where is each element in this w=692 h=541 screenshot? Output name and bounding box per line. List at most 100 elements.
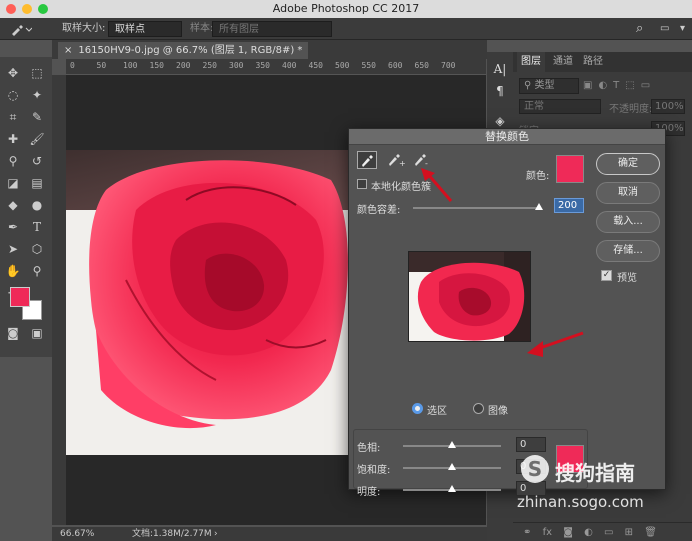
cancel-button[interactable]: 取消 [596, 182, 660, 204]
pen-tool-icon[interactable]: ✒ [4, 219, 22, 235]
path-selection-tool-icon[interactable]: ➤ [4, 241, 22, 257]
rose-photo [66, 150, 351, 455]
tab-layers[interactable]: 图层 [517, 52, 545, 72]
watermark-brand: 搜狗指南 [555, 461, 635, 485]
new-layer-icon[interactable]: ⊞ [625, 527, 633, 538]
sample-layers-select[interactable]: 所有图层 [212, 21, 332, 37]
clone-stamp-tool-icon[interactable]: ⚲ [4, 153, 22, 169]
image-radio[interactable] [473, 403, 484, 414]
ruler-tick-label: 400 [282, 61, 297, 70]
tool-preset-picker[interactable] [8, 21, 33, 37]
delete-layer-icon[interactable]: 🗑 [644, 527, 657, 538]
history-brush-tool-icon[interactable]: ↺ [28, 153, 46, 169]
add-to-sample-button[interactable]: + [385, 151, 406, 169]
ruler-tick-label: 600 [388, 61, 403, 70]
screen-mode-icon[interactable]: ▣ [28, 325, 46, 341]
ruler-tick-label: 650 [414, 61, 429, 70]
saturation-slider-thumb[interactable] [448, 463, 456, 470]
lasso-tool-icon[interactable]: ◌ [4, 87, 22, 103]
quick-mask-icon[interactable]: ◙ [4, 325, 22, 341]
ruler-tick-label: 500 [335, 61, 350, 70]
workspace-icon[interactable]: ▭ [660, 21, 669, 37]
blend-mode-select[interactable]: 正常 [519, 99, 601, 114]
tab-paths[interactable]: 路径 [583, 52, 603, 72]
dodge-tool-icon[interactable]: ● [28, 197, 46, 213]
paragraph-panel-icon[interactable]: ¶ [491, 82, 509, 100]
app-title: Adobe Photoshop CC 2017 [272, 2, 420, 15]
ruler-tick-label: 450 [308, 61, 323, 70]
brush-tool-icon[interactable]: 🖌 [28, 131, 46, 147]
opacity-field[interactable]: 100% [651, 99, 685, 114]
fuzziness-label: 颜色容差: [357, 205, 401, 216]
color-label: 颜色: [526, 171, 550, 182]
search-icon[interactable]: ⌕ [636, 21, 643, 37]
move-tool-icon[interactable]: ✥ [4, 65, 22, 81]
ruler-tick-label: 50 [96, 61, 107, 70]
selection-radio-label: 选区 [427, 406, 447, 417]
eraser-tool-icon[interactable]: ◪ [4, 175, 22, 191]
tab-channels[interactable]: 通道 [553, 52, 573, 72]
layer-filter-select[interactable]: ⚲ 类型 [519, 78, 579, 94]
options-bar: 取样大小: 取样点 样本: 所有图层 ⌕ ▭ ▾ [0, 18, 692, 40]
selection-radio[interactable] [412, 403, 423, 414]
link-layers-icon[interactable]: ⚭ [523, 527, 531, 538]
close-tab-icon[interactable]: × [64, 45, 72, 56]
hand-tool-icon[interactable]: ✋ [4, 263, 22, 279]
magic-wand-tool-icon[interactable]: ✦ [28, 87, 46, 103]
hue-slider-thumb[interactable] [448, 441, 456, 448]
eyedropper-button[interactable] [357, 151, 377, 169]
eyedropper-tool-icon[interactable]: ✎ [28, 109, 46, 125]
shape-tool-icon[interactable]: ⬡ [28, 241, 46, 257]
document-tab-bar: × 16150HV9-0.jpg @ 66.7% (图层 1, RGB/8#) * [52, 40, 487, 59]
zoom-window-button[interactable] [38, 4, 48, 14]
ruler-tick-label: 250 [202, 61, 217, 70]
fuzziness-slider[interactable] [413, 207, 539, 209]
ruler-tick-label: 200 [176, 61, 191, 70]
character-panel-icon[interactable]: A| [491, 60, 509, 78]
sample-size-select[interactable]: 取样点 [108, 21, 182, 37]
vertical-ruler [52, 75, 66, 525]
preview-label: 预览 [617, 273, 637, 284]
rose-image[interactable] [66, 150, 351, 455]
sample-color-swatch[interactable] [556, 155, 584, 183]
blur-tool-icon[interactable]: ◆ [4, 197, 22, 213]
add-mask-icon[interactable]: ◙ [563, 527, 573, 538]
watermark-url: zhinan.sogo.com [517, 493, 644, 511]
layer-filter-icons[interactable]: ▣◐T⬚▭ [583, 80, 656, 91]
sogou-logo-icon: S [521, 455, 549, 483]
replace-color-dialog: 替换颜色 + - 颜色: 本地化颜色簇 颜色容差: 200 确定 取消 载入..… [348, 128, 666, 498]
foreground-color-swatch-top[interactable] [10, 287, 30, 307]
panel-tabs: 图层 通道 路径 [513, 52, 692, 72]
eyedropper-minus-icon: - [415, 154, 428, 168]
ruler-tick-label: 550 [361, 61, 376, 70]
fx-icon[interactable]: fx [543, 527, 552, 538]
gradient-tool-icon[interactable]: ▤ [28, 175, 46, 191]
status-menu-icon[interactable]: › [214, 527, 218, 541]
zoom-level[interactable]: 66.67% [60, 527, 94, 541]
eyedropper-icon [362, 155, 373, 167]
window-title-bar: Adobe Photoshop CC 2017 [0, 0, 692, 18]
healing-brush-tool-icon[interactable]: ✚ [4, 131, 22, 147]
close-window-button[interactable] [6, 4, 16, 14]
workspace-menu-icon[interactable]: ▾ [680, 21, 685, 37]
crop-tool-icon[interactable]: ⌗ [4, 109, 22, 125]
ok-button[interactable]: 确定 [596, 153, 660, 175]
type-tool-icon[interactable]: T [28, 219, 46, 235]
localized-clusters-checkbox[interactable] [357, 179, 367, 189]
minimize-window-button[interactable] [22, 4, 32, 14]
adjustment-layer-icon[interactable]: ◐ [584, 527, 593, 538]
layers-footer: ⚭ fx ◙ ◐ ▭ ⊞ 🗑 [513, 522, 692, 541]
new-group-icon[interactable]: ▭ [604, 527, 613, 538]
eyedropper-icon [12, 25, 33, 36]
hue-field[interactable]: 0 [516, 437, 546, 452]
document-tab[interactable]: × 16150HV9-0.jpg @ 66.7% (图层 1, RGB/8#) * [58, 42, 309, 59]
document-tab-title: 16150HV9-0.jpg @ 66.7% (图层 1, RGB/8#) * [78, 45, 303, 56]
fuzziness-slider-thumb[interactable] [535, 203, 543, 210]
marquee-tool-icon[interactable]: ⬚ [28, 65, 46, 81]
lightness-slider-thumb[interactable] [448, 485, 456, 492]
load-button[interactable]: 载入... [596, 211, 660, 233]
fuzziness-field[interactable]: 200 [554, 198, 584, 213]
zoom-tool-icon[interactable]: ⚲ [28, 263, 46, 279]
preview-checkbox[interactable]: ✓ [601, 270, 612, 281]
save-button[interactable]: 存储... [596, 240, 660, 262]
